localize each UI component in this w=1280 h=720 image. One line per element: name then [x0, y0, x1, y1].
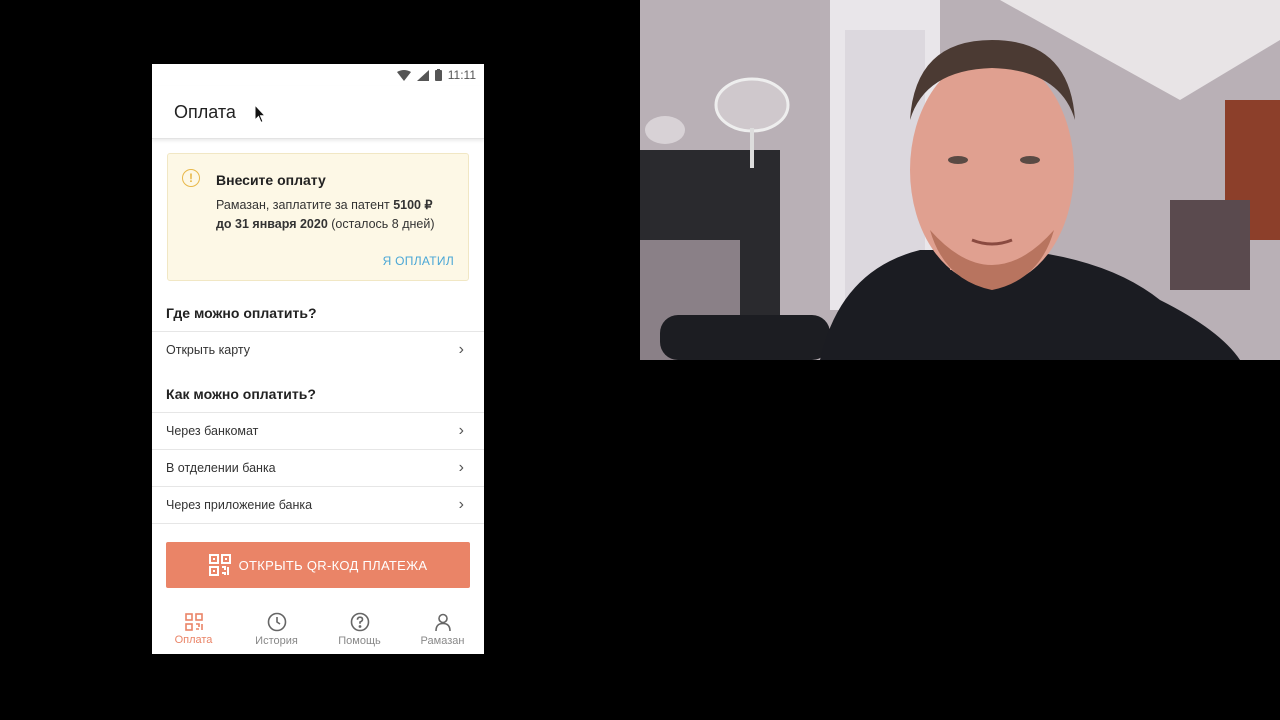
list-item-label: В отделении банка	[166, 461, 276, 475]
payment-notice: ! Внесите оплату Рамазан, заплатите за п…	[167, 153, 469, 281]
nav-label: Оплата	[174, 633, 213, 646]
bottom-nav: Оплата История Помощь Рамазан	[152, 604, 484, 654]
warning-icon: !	[182, 169, 200, 187]
qr-button-label: ОТКРЫТЬ QR-КОД ПЛАТЕЖА	[238, 557, 428, 573]
nav-history[interactable]: История	[242, 612, 312, 647]
notice-text-prefix: Рамазан, заплатите за патент	[216, 198, 394, 212]
open-qr-button[interactable]: ОТКРЫТЬ QR-КОД ПЛАТЕЖА	[166, 542, 470, 588]
qr-code-icon	[184, 612, 203, 631]
status-time: 11:11	[447, 68, 476, 82]
nav-help[interactable]: Помощь	[325, 612, 395, 647]
nav-label: Рамазан	[420, 634, 465, 647]
bank-app-row[interactable]: Через приложение банка ›	[152, 486, 484, 524]
paid-button[interactable]: Я ОПЛАТИЛ	[383, 254, 454, 268]
page-title: Оплата	[174, 101, 236, 122]
where-section-title: Где можно оплатить?	[166, 305, 317, 321]
wifi-icon	[396, 69, 411, 81]
list-item-label: Открыть карту	[166, 343, 251, 357]
chevron-right-icon: ›	[458, 459, 464, 476]
nav-profile[interactable]: Рамазан	[408, 612, 478, 647]
status-bar: 11:11	[152, 64, 484, 86]
nav-label: Помощь	[338, 634, 381, 647]
notice-text: Рамазан, заплатите за патент 5100 ₽ до 31…	[216, 196, 456, 234]
bank-branch-row[interactable]: В отделении банка ›	[152, 449, 484, 486]
list-item-label: Через приложение банка	[166, 498, 313, 512]
mouse-cursor-icon	[254, 104, 266, 124]
clock-icon	[267, 612, 286, 631]
chevron-right-icon: ›	[458, 341, 464, 358]
qr-code-icon	[208, 554, 231, 576]
nav-payment[interactable]: Оплата	[159, 612, 229, 646]
chevron-right-icon: ›	[458, 496, 464, 513]
help-circle-icon	[350, 612, 369, 631]
signal-icon	[416, 69, 429, 81]
webcam-feed	[640, 0, 1280, 360]
open-map-row[interactable]: Открыть карту ›	[152, 331, 484, 368]
battery-icon	[434, 69, 442, 81]
how-section-title: Как можно оплатить?	[166, 386, 316, 402]
notice-amount: 5100 ₽	[393, 198, 433, 212]
notice-deadline: до 31 января 2020	[216, 217, 328, 231]
chevron-right-icon: ›	[458, 422, 464, 439]
notice-title: Внесите оплату	[216, 172, 326, 188]
list-item-label: Через банкомат	[166, 424, 259, 438]
profile-icon	[434, 613, 451, 631]
how-list: Через банкомат › В отделении банка › Чер…	[152, 412, 484, 524]
webcam-scene	[640, 0, 1280, 360]
app-bar: Оплата	[152, 86, 484, 139]
notice-remaining: (осталось 8 дней)	[327, 217, 435, 231]
where-list: Открыть карту ›	[152, 331, 484, 368]
nav-label: История	[255, 634, 298, 647]
phone-screen: 11:11 Оплата ! Внесите оплату Рамазан, з…	[152, 64, 484, 654]
atm-row[interactable]: Через банкомат ›	[152, 412, 484, 449]
